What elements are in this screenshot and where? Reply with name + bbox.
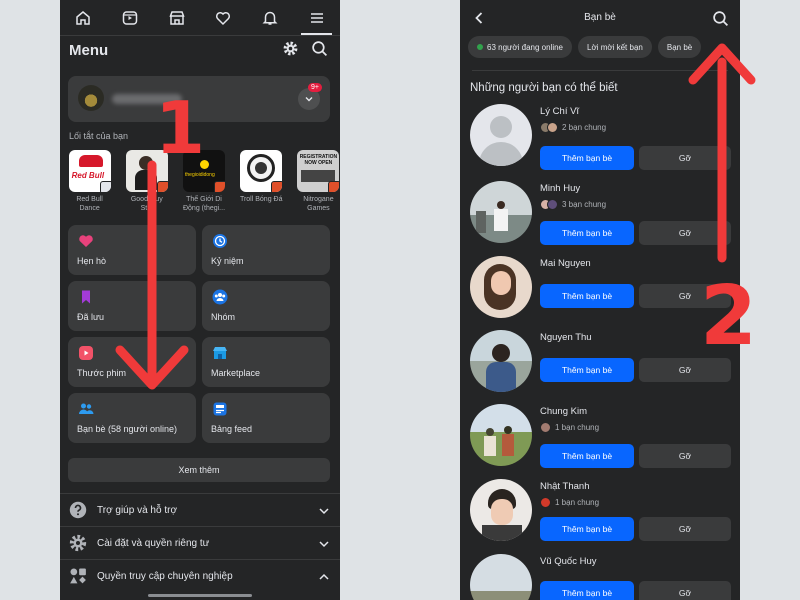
step-number-2: 2 xyxy=(700,269,758,364)
arrow-up-annotation xyxy=(688,43,756,263)
annotation-arrows xyxy=(115,43,756,390)
arrow-down-annotation xyxy=(115,160,189,390)
step-number-1: 1 xyxy=(155,86,206,170)
